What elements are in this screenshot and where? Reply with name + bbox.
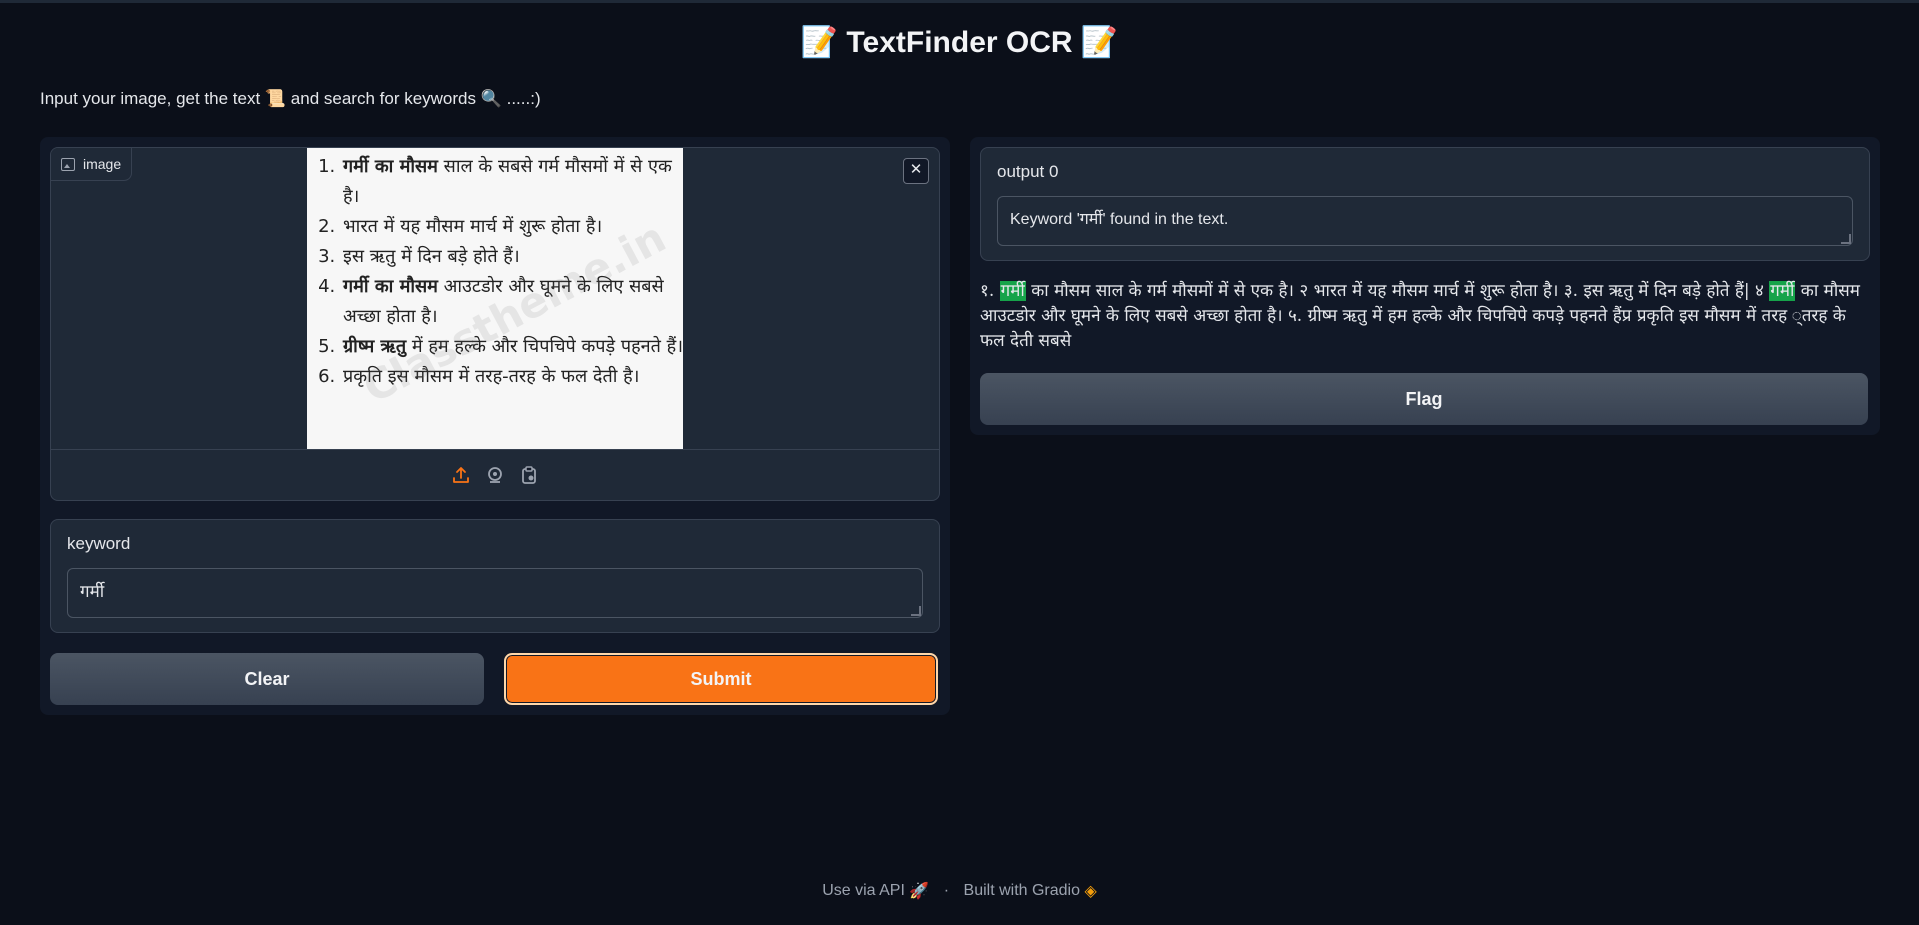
output-label: output 0 xyxy=(997,162,1059,181)
image-label: image xyxy=(51,148,133,181)
image-text-bold: गर्मी का मौसम xyxy=(343,156,438,177)
output-block: output 0 Keyword 'गर्मी' found in the te… xyxy=(980,147,1870,261)
keyword-highlight: गर्मी xyxy=(1769,281,1796,301)
page-title: 📝 TextFinder OCR 📝 xyxy=(800,26,1119,59)
image-text-rest: इस ऋतु में दिन बड़े होते हैं। xyxy=(343,246,520,267)
clear-button[interactable]: Clear xyxy=(50,653,484,705)
highlighted-text-output: १. गर्मी का मौसम साल के गर्म मौसमों में … xyxy=(980,279,1870,354)
image-input[interactable]: image ✕ Classtheme.in गर्मी का मौसम साल … xyxy=(50,147,940,501)
upload-icon[interactable] xyxy=(451,465,471,485)
keyword-block: keyword गर्मी xyxy=(50,519,940,633)
image-label-text: image xyxy=(83,156,122,172)
rocket-icon: 🚀 xyxy=(909,883,930,900)
resize-handle[interactable] xyxy=(911,606,921,616)
output-text-segment: का मौसम साल के गर्म मौसमों में से एक है।… xyxy=(1025,281,1770,301)
keyword-label: keyword xyxy=(67,534,131,553)
output-text-segment: १. xyxy=(980,281,1000,301)
footer: Use via API 🚀 · Built with Gradio ◈ xyxy=(0,881,1919,901)
flag-button[interactable]: Flag xyxy=(980,373,1868,425)
input-panel: image ✕ Classtheme.in गर्मी का मौसम साल … xyxy=(40,137,950,715)
image-text-line: गर्मी का मौसम साल के सबसे गर्म मौसमों मे… xyxy=(341,152,683,212)
image-icon xyxy=(61,157,75,171)
image-text-bold: गर्मी का मौसम xyxy=(343,276,438,297)
image-source-bar xyxy=(51,449,939,500)
submit-button[interactable]: Submit xyxy=(504,653,938,705)
keyword-input[interactable]: गर्मी xyxy=(67,568,923,618)
resize-handle[interactable] xyxy=(1841,234,1851,244)
output-textbox[interactable]: Keyword 'गर्मी' found in the text. xyxy=(997,196,1853,246)
footer-separator: · xyxy=(943,882,950,899)
image-preview: Classtheme.in गर्मी का मौसम साल के सबसे … xyxy=(307,148,683,449)
webcam-icon[interactable] xyxy=(485,465,505,485)
clear-image-button[interactable]: ✕ xyxy=(903,158,929,184)
use-via-api-link[interactable]: Use via API xyxy=(822,882,905,899)
page-description: Input your image, get the text 📜 and sea… xyxy=(40,89,541,108)
gradio-logo-icon: ◈ xyxy=(1084,883,1097,900)
keyword-highlight: गर्मी xyxy=(999,281,1026,301)
image-text-rest: भारत में यह मौसम मार्च में शुरू होता है। xyxy=(343,216,603,237)
built-with-gradio-link[interactable]: Built with Gradio xyxy=(964,882,1081,899)
output-panel: output 0 Keyword 'गर्मी' found in the te… xyxy=(970,137,1880,435)
clipboard-icon[interactable] xyxy=(519,465,539,485)
